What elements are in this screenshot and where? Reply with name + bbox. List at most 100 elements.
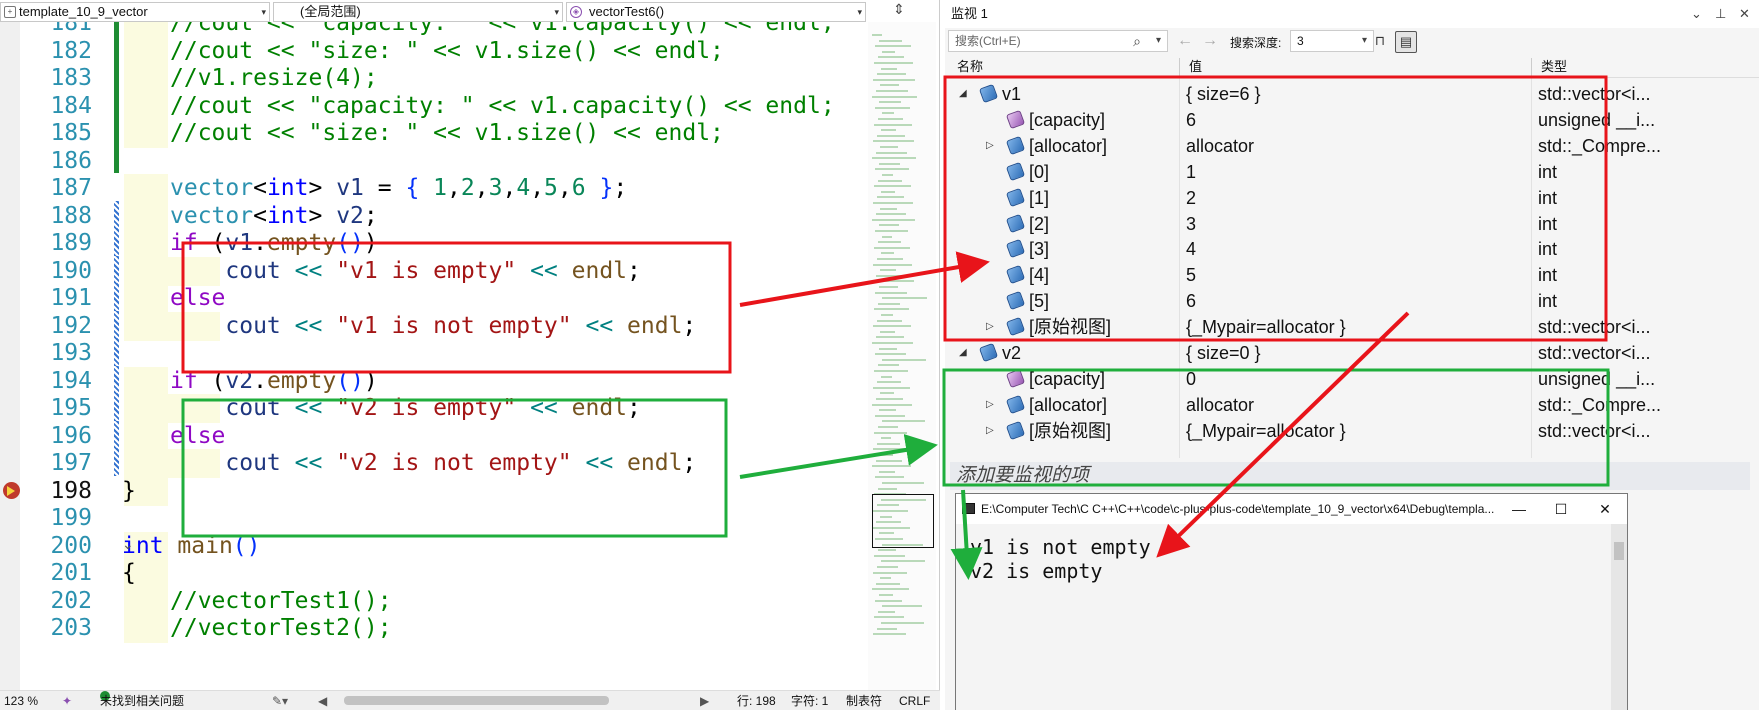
minimap-line <box>880 392 894 395</box>
copilot-icon[interactable]: ✦ <box>62 691 72 710</box>
watch-row[interactable]: ▷ [原始视图] {_Mypair=allocator } std::vector<i… <box>945 314 1759 340</box>
code-line[interactable]: 199 <box>0 503 868 534</box>
code-line[interactable]: 191 else <box>0 283 868 314</box>
code-line[interactable]: 195 cout << "v2 is empty" << endl; <box>0 393 868 424</box>
collapse-icon[interactable]: ◢ <box>959 81 967 107</box>
watch-value[interactable]: {_Mypair=allocator } <box>1186 418 1346 444</box>
close-icon[interactable]: ✕ <box>1587 494 1623 524</box>
search-icon[interactable]: ⌕ <box>1133 31 1141 51</box>
code-line[interactable]: 202 //vectorTest1(); <box>0 586 868 617</box>
watch-value[interactable]: allocator <box>1186 392 1254 418</box>
split-view-icon[interactable]: ⇕ <box>888 2 910 22</box>
watch-row[interactable]: [5] 6 int <box>945 288 1759 314</box>
watch-row[interactable]: ▷ [allocator] allocator std::_Compre... <box>945 133 1759 159</box>
minimize-icon[interactable]: — <box>1501 494 1537 524</box>
watch-value[interactable]: 3 <box>1186 211 1196 237</box>
close-icon[interactable]: ✕ <box>1739 0 1750 28</box>
chevron-down-icon[interactable]: ⌄ <box>1691 0 1702 28</box>
expand-icon[interactable]: ▷ <box>986 392 994 418</box>
chevron-down-icon[interactable]: ▾ <box>1156 31 1161 51</box>
code-line[interactable]: 196 else <box>0 421 868 452</box>
code-line[interactable]: 185 //cout << "size: " << v1.size() << en… <box>0 118 868 149</box>
code-area[interactable]: 181//cout << "capacity: " << v1.capacity… <box>0 22 868 690</box>
column-type-header[interactable]: 类型 <box>1541 56 1567 78</box>
watch-value[interactable]: 2 <box>1186 185 1196 211</box>
watch-row[interactable]: ◢ v1 { size=6 } std::vector<i... <box>945 81 1759 107</box>
column-divider[interactable] <box>1179 58 1180 76</box>
code-token: //cout << "capacity: " << v1.capacity() … <box>170 92 835 119</box>
scroll-thumb[interactable] <box>1614 542 1624 560</box>
code-line[interactable]: 201 { <box>0 558 868 589</box>
code-line[interactable]: 183 //v1.resize(4); <box>0 63 868 94</box>
console-scrollbar[interactable] <box>1611 524 1627 710</box>
column-name-header[interactable]: 名称 <box>957 56 983 78</box>
code-line[interactable]: 197 cout << "v2 is not empty" << endl; <box>0 448 868 479</box>
column-divider[interactable] <box>1531 58 1532 76</box>
watch-search-input[interactable]: 搜索(Ctrl+E) ⌕ ▾ <box>948 30 1168 52</box>
code-editor[interactable]: + template_10_9_vector ▾ (全局范围) ▾ ◈ vect… <box>0 0 940 710</box>
scope-dropdown[interactable]: (全局范围) ▾ <box>273 2 563 22</box>
code-line[interactable]: 182 //cout << "size: " << v1.size() << en… <box>0 36 868 67</box>
watch-value[interactable]: 1 <box>1186 159 1196 185</box>
project-dropdown[interactable]: + template_10_9_vector ▾ <box>0 2 270 22</box>
code-minimap[interactable] <box>868 22 936 690</box>
pin-icon[interactable]: ⊥ <box>1715 0 1726 28</box>
scroll-left-icon[interactable]: ◀ <box>318 691 327 710</box>
watch-row[interactable]: [0] 1 int <box>945 159 1759 185</box>
watch-value[interactable]: { size=0 } <box>1186 340 1261 366</box>
watch-value[interactable]: 6 <box>1186 288 1196 314</box>
eol-indicator[interactable]: CRLF <box>899 691 930 710</box>
column-value-header[interactable]: 值 <box>1189 56 1202 78</box>
watch-value[interactable]: allocator <box>1186 133 1254 159</box>
pin-to-source-icon[interactable]: ⊓ <box>1369 31 1391 53</box>
watch-row[interactable]: [3] 4 int <box>945 236 1759 262</box>
zoom-dropdown[interactable]: 123 % <box>4 691 38 710</box>
fold-icon[interactable]: ⌄ <box>122 537 134 553</box>
scroll-right-icon[interactable]: ▶ <box>700 691 709 710</box>
watch-value[interactable]: {_Mypair=allocator } <box>1186 314 1346 340</box>
add-watch-item[interactable]: 添加要监视的项 <box>950 462 1750 490</box>
expand-icon[interactable]: ▷ <box>986 133 994 159</box>
maximize-icon[interactable]: ☐ <box>1543 494 1579 524</box>
minimap-viewport[interactable] <box>872 494 934 548</box>
breakpoint-arrow-icon[interactable] <box>3 481 20 499</box>
horizontal-scrollbar[interactable] <box>344 696 609 705</box>
search-depth-select[interactable]: 3 ▾ <box>1290 30 1374 52</box>
watch-value[interactable]: 6 <box>1186 107 1196 133</box>
code-line[interactable]: 186 <box>0 146 868 177</box>
code-line[interactable]: 190 cout << "v1 is empty" << endl; <box>0 256 868 287</box>
expand-icon[interactable]: ▷ <box>986 418 994 444</box>
code-line[interactable]: 192 cout << "v1 is not empty" << endl; <box>0 311 868 342</box>
watch-value[interactable]: 0 <box>1186 366 1196 392</box>
watch-value[interactable]: { size=6 } <box>1186 81 1261 107</box>
watch-row[interactable]: ◢ v2 { size=0 } std::vector<i... <box>945 340 1759 366</box>
code-line[interactable]: 194 if (v2.empty()) <box>0 366 868 397</box>
watch-row[interactable]: [capacity] 0 unsigned __i... <box>945 366 1759 392</box>
console-window[interactable]: E:\Computer Tech\C C++\C++\code\c-plus-p… <box>955 493 1628 710</box>
code-line[interactable]: 193 <box>0 338 868 369</box>
watch-value[interactable]: 5 <box>1186 262 1196 288</box>
watch-row[interactable]: ▷ [原始视图] {_Mypair=allocator } std::vector<i… <box>945 418 1759 444</box>
tabs-indicator[interactable]: 制表符 <box>846 691 882 710</box>
code-line[interactable]: 198} <box>0 476 868 507</box>
code-line[interactable]: 189 if (v1.empty()) <box>0 228 868 259</box>
expand-icon[interactable]: ▷ <box>986 314 994 340</box>
change-indicator <box>114 200 119 228</box>
brush-icon[interactable]: ✎▾ <box>272 691 288 710</box>
watch-row[interactable]: [1] 2 int <box>945 185 1759 211</box>
back-arrow-icon[interactable]: ← <box>1177 32 1193 50</box>
code-line[interactable]: 187 vector<int> v1 = { 1,2,3,4,5,6 }; <box>0 173 868 204</box>
forward-arrow-icon[interactable]: → <box>1202 32 1218 50</box>
code-line[interactable]: 188 vector<int> v2; <box>0 201 868 232</box>
watch-row[interactable]: [capacity] 6 unsigned __i... <box>945 107 1759 133</box>
code-line[interactable]: 203 //vectorTest2(); <box>0 613 868 644</box>
code-line[interactable]: 184 //cout << "capacity: " << v1.capacity… <box>0 91 868 122</box>
watch-value[interactable]: 4 <box>1186 236 1196 262</box>
function-dropdown[interactable]: ◈ vectorTest6() ▾ <box>566 2 866 22</box>
watch-row[interactable]: [4] 5 int <box>945 262 1759 288</box>
hex-display-icon[interactable]: ▤ <box>1395 31 1417 53</box>
watch-row[interactable]: ▷ [allocator] allocator std::_Compre... <box>945 392 1759 418</box>
watch-row[interactable]: [2] 3 int <box>945 211 1759 237</box>
collapse-icon[interactable]: ◢ <box>959 340 967 366</box>
